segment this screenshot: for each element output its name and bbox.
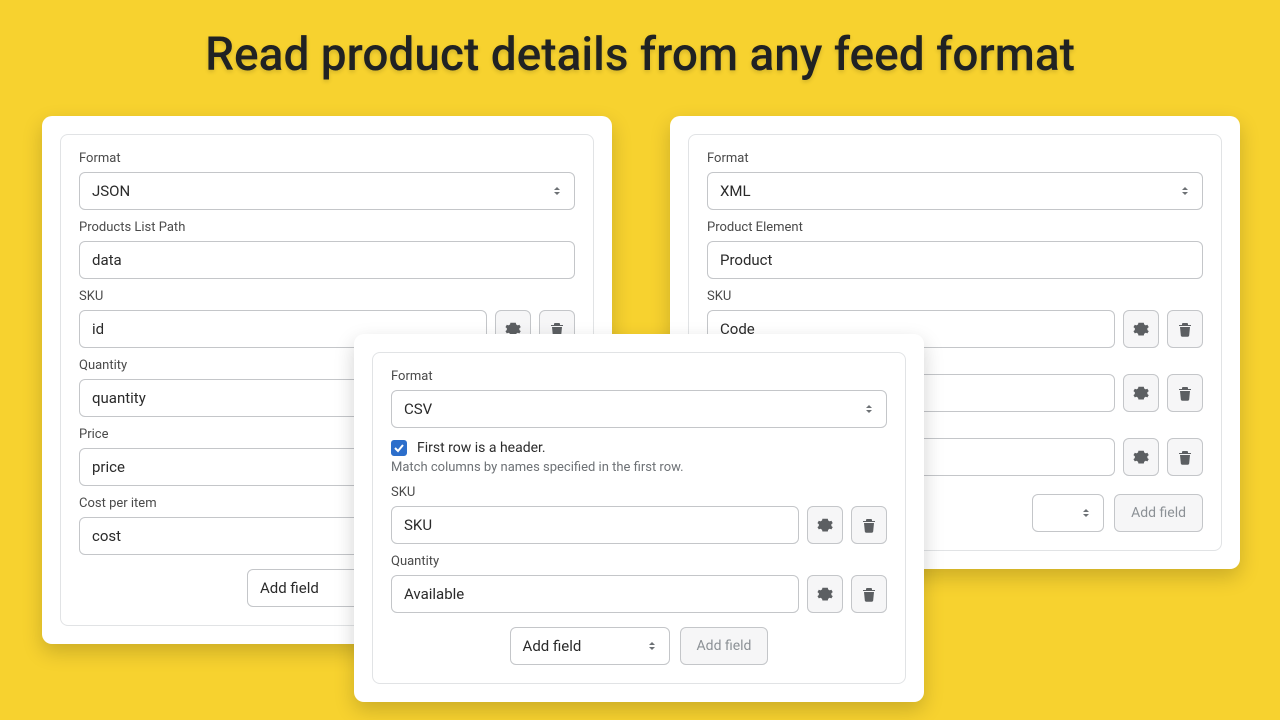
gear-icon [817,517,833,533]
sku-value: id [92,320,104,338]
trash-icon [861,517,877,533]
csv-feed-card: Format CSV First row is a header. Match … [354,334,924,702]
add-field-select-value: Add field [260,579,319,597]
product-element-label: Product Element [707,220,1203,235]
sku-input[interactable]: SKU [391,506,799,544]
quantity-value: quantity [92,389,146,407]
price-value: price [92,458,125,476]
field-settings-button[interactable] [1123,374,1159,412]
first-row-header-label: First row is a header. [417,440,546,456]
format-select-value: CSV [404,400,432,418]
sku-label: SKU [391,485,887,500]
chevron-updown-icon [649,640,657,652]
format-select-value: XML [720,182,751,200]
format-select[interactable]: JSON [79,172,575,210]
trash-icon [1177,385,1193,401]
products-list-path-value: data [92,251,122,269]
add-field-select-value: Add field [523,637,582,655]
format-label: Format [391,369,887,384]
gear-icon [817,586,833,602]
chevron-updown-icon [866,403,874,415]
gear-icon [1133,321,1149,337]
add-field-select[interactable] [1032,494,1104,532]
trash-icon [1177,449,1193,465]
quantity-settings-button[interactable] [807,575,843,613]
quantity-label: Quantity [391,554,887,569]
product-element-value: Product [720,251,772,269]
sku-label: SKU [707,289,1203,304]
sku-label: SKU [79,289,575,304]
sku-delete-button[interactable] [1167,310,1203,348]
cost-value: cost [92,527,121,545]
format-select-value: JSON [92,182,130,200]
field-delete-button[interactable] [1167,438,1203,476]
format-select[interactable]: CSV [391,390,887,428]
add-field-select[interactable]: Add field [510,627,670,665]
field-delete-button[interactable] [1167,374,1203,412]
format-label: Format [79,151,575,166]
first-row-header-checkbox[interactable] [391,440,407,456]
format-select[interactable]: XML [707,172,1203,210]
chevron-updown-icon [1083,507,1091,519]
sku-settings-button[interactable] [807,506,843,544]
sku-value: SKU [404,516,432,534]
gear-icon [1133,449,1149,465]
add-field-button[interactable]: Add field [680,627,769,665]
quantity-value: Available [404,585,464,603]
products-list-path-input[interactable]: data [79,241,575,279]
products-list-path-label: Products List Path [79,220,575,235]
check-icon [394,443,404,453]
chevron-updown-icon [1182,185,1190,197]
page-headline: Read product details from any feed forma… [0,28,1280,82]
gear-icon [1133,385,1149,401]
trash-icon [1177,321,1193,337]
add-field-button[interactable]: Add field [1114,494,1203,532]
first-row-header-helper: Match columns by names specified in the … [391,460,887,475]
sku-delete-button[interactable] [851,506,887,544]
quantity-input[interactable]: Available [391,575,799,613]
trash-icon [861,586,877,602]
product-element-input[interactable]: Product [707,241,1203,279]
format-label: Format [707,151,1203,166]
chevron-updown-icon [554,185,562,197]
sku-settings-button[interactable] [1123,310,1159,348]
quantity-delete-button[interactable] [851,575,887,613]
field-settings-button[interactable] [1123,438,1159,476]
